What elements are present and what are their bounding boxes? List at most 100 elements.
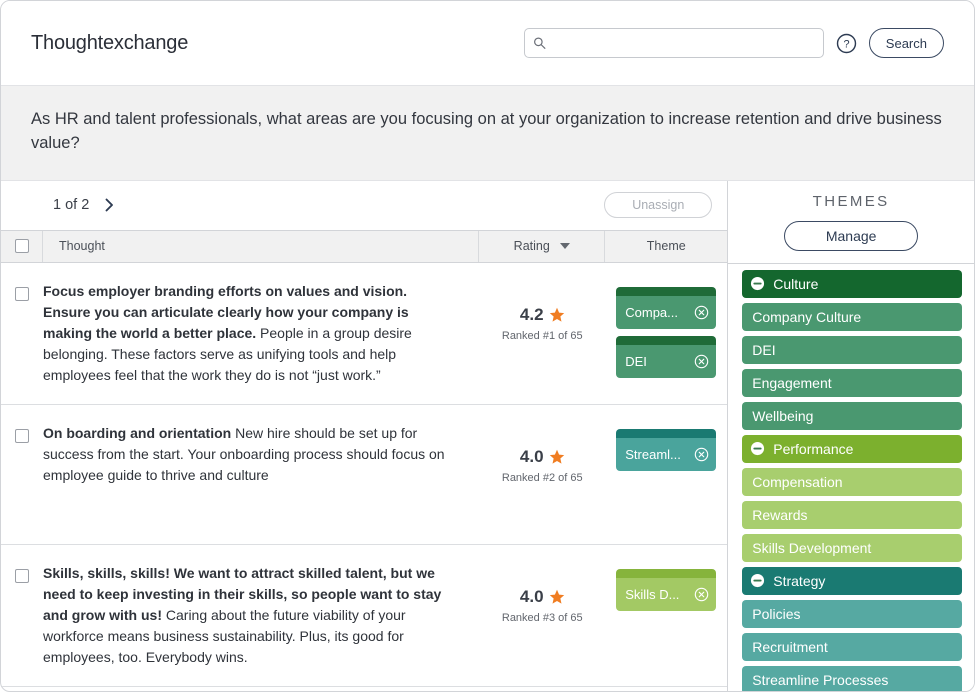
theme-item-label: Policies	[752, 605, 801, 622]
theme-group-culture[interactable]: Culture	[742, 269, 962, 298]
theme-chip[interactable]: DEI	[616, 335, 717, 378]
table-row[interactable]: Skills, skills, skills! We want to attra…	[1, 545, 728, 687]
page-indicator: 1 of 2	[53, 197, 90, 214]
remove-theme-icon[interactable]	[694, 447, 709, 462]
table-row[interactable]: On boarding and orientation New hire sho…	[1, 405, 728, 545]
theme-item-label: Engagement	[752, 374, 832, 391]
theme-chip-label: Streaml...	[625, 446, 681, 462]
theme-item-policies[interactable]: Policies	[742, 599, 962, 628]
svg-text:?: ?	[843, 38, 849, 50]
theme-item-streamline-processes[interactable]: Streamline Processes	[742, 665, 962, 691]
row-select-cell	[1, 545, 43, 583]
row-select-cell	[1, 405, 43, 443]
theme-chip-label: Skills D...	[625, 586, 680, 602]
rating-value: 4.0	[519, 446, 544, 466]
app-title: Thoughtexchange	[31, 31, 189, 54]
theme-item-label: DEI	[752, 341, 776, 358]
theme-item-label: Recruitment	[752, 638, 828, 655]
thought-highlight: On boarding and orientation	[43, 424, 232, 441]
column-header-rating-label: Rating	[513, 239, 550, 254]
minus-circle-icon[interactable]	[750, 573, 765, 588]
select-all-checkbox[interactable]	[14, 239, 29, 254]
theme-chip[interactable]: Streaml...	[616, 428, 717, 471]
theme-group-label: Strategy	[773, 572, 826, 589]
search-field-wrap	[523, 28, 824, 58]
theme-group-label: Culture	[773, 275, 819, 292]
theme-group-performance[interactable]: Performance	[742, 434, 962, 463]
theme-cell: Skills D...	[605, 545, 727, 611]
main-content: 1 of 2 Unassign Thought Rating Theme Foc…	[1, 180, 974, 691]
star-icon	[549, 589, 564, 604]
theme-cell: Streaml...	[605, 405, 727, 471]
theme-item-label: Rewards	[752, 506, 808, 523]
theme-group-label: Performance	[773, 440, 854, 457]
rating-cell: 4.2 Ranked #1 of 65	[479, 263, 605, 342]
rating-cell: 4.0 Ranked #2 of 65	[479, 405, 605, 484]
star-icon	[549, 449, 564, 464]
table-row[interactable]: Focus employer branding efforts on value…	[1, 263, 728, 405]
minus-circle-icon[interactable]	[750, 276, 765, 291]
theme-chip-group-bar	[616, 335, 717, 345]
theme-item-label: Streamline Processes	[752, 671, 889, 688]
pagination: 1 of 2	[53, 197, 117, 213]
chevron-right-icon[interactable]	[101, 197, 117, 213]
app-window: Thoughtexchange ? Search As HR and talen…	[0, 0, 975, 692]
header-actions: ? Search	[523, 28, 944, 58]
minus-circle-icon[interactable]	[750, 441, 765, 456]
sort-descending-caret-icon[interactable]	[559, 243, 570, 250]
question-text: As HR and talent professionals, what are…	[31, 110, 942, 152]
themes-panel: THEMES Manage Culture Company Culture DEI E…	[728, 180, 974, 691]
remove-theme-icon[interactable]	[694, 305, 709, 320]
column-header-select	[1, 230, 43, 262]
themes-title: THEMES	[812, 192, 890, 210]
theme-item-dei[interactable]: DEI	[742, 335, 962, 364]
column-header-thought[interactable]: Thought	[43, 230, 480, 262]
top-bar: Thoughtexchange ? Search	[1, 1, 974, 86]
rank-label: Ranked #3 of 65	[501, 611, 583, 624]
theme-chip-group-bar	[616, 428, 717, 438]
thought-cell: Focus employer branding efforts on value…	[43, 263, 479, 404]
theme-chip[interactable]: Skills D...	[616, 568, 717, 611]
remove-theme-icon[interactable]	[694, 587, 709, 602]
theme-chip-label: DEI	[625, 353, 647, 369]
theme-item-wellbeing[interactable]: Wellbeing	[742, 401, 962, 430]
theme-chip-label: Compa...	[625, 304, 678, 320]
themes-header: THEMES Manage	[728, 181, 974, 264]
thought-cell: Skills, skills, skills! We want to attra…	[43, 545, 479, 686]
manage-themes-button[interactable]: Manage	[784, 220, 919, 251]
column-header-theme[interactable]: Theme	[605, 231, 727, 262]
search-button[interactable]: Search	[868, 28, 944, 58]
theme-cell: Compa... DEI	[605, 263, 727, 378]
list-toolbar: 1 of 2 Unassign	[1, 180, 728, 231]
theme-chip-group-bar	[616, 568, 717, 578]
theme-item-company-culture[interactable]: Company Culture	[742, 302, 962, 331]
theme-item-label: Compensation	[752, 473, 843, 490]
theme-item-skills-development[interactable]: Skills Development	[742, 533, 962, 562]
thoughts-pane: 1 of 2 Unassign Thought Rating Theme Foc…	[1, 180, 729, 691]
theme-chip-group-bar	[616, 286, 717, 296]
help-circle-icon[interactable]: ?	[836, 33, 857, 54]
rating-cell: 4.0 Ranked #3 of 65	[479, 545, 605, 624]
theme-item-engagement[interactable]: Engagement	[742, 368, 962, 397]
theme-item-rewards[interactable]: Rewards	[742, 500, 962, 529]
row-checkbox[interactable]	[15, 568, 29, 583]
theme-item-label: Skills Development	[752, 539, 872, 556]
rating-value: 4.0	[519, 586, 544, 606]
thought-cell: On boarding and orientation New hire sho…	[43, 405, 479, 504]
theme-item-label: Wellbeing	[752, 407, 814, 424]
row-checkbox[interactable]	[15, 428, 29, 443]
remove-theme-icon[interactable]	[694, 354, 709, 369]
theme-item-compensation[interactable]: Compensation	[742, 467, 962, 496]
table-header: Thought Rating Theme	[1, 230, 728, 263]
search-input[interactable]	[523, 28, 824, 58]
unassign-button[interactable]: Unassign	[604, 192, 713, 219]
rank-label: Ranked #1 of 65	[501, 329, 583, 342]
row-checkbox[interactable]	[15, 286, 29, 301]
question-banner: As HR and talent professionals, what are…	[1, 86, 974, 181]
theme-item-label: Company Culture	[752, 308, 862, 325]
theme-item-recruitment[interactable]: Recruitment	[742, 632, 962, 661]
column-header-rating[interactable]: Rating	[479, 230, 606, 262]
theme-group-strategy[interactable]: Strategy	[742, 566, 962, 595]
theme-chip[interactable]: Compa...	[616, 286, 717, 329]
rank-label: Ranked #2 of 65	[501, 471, 583, 484]
